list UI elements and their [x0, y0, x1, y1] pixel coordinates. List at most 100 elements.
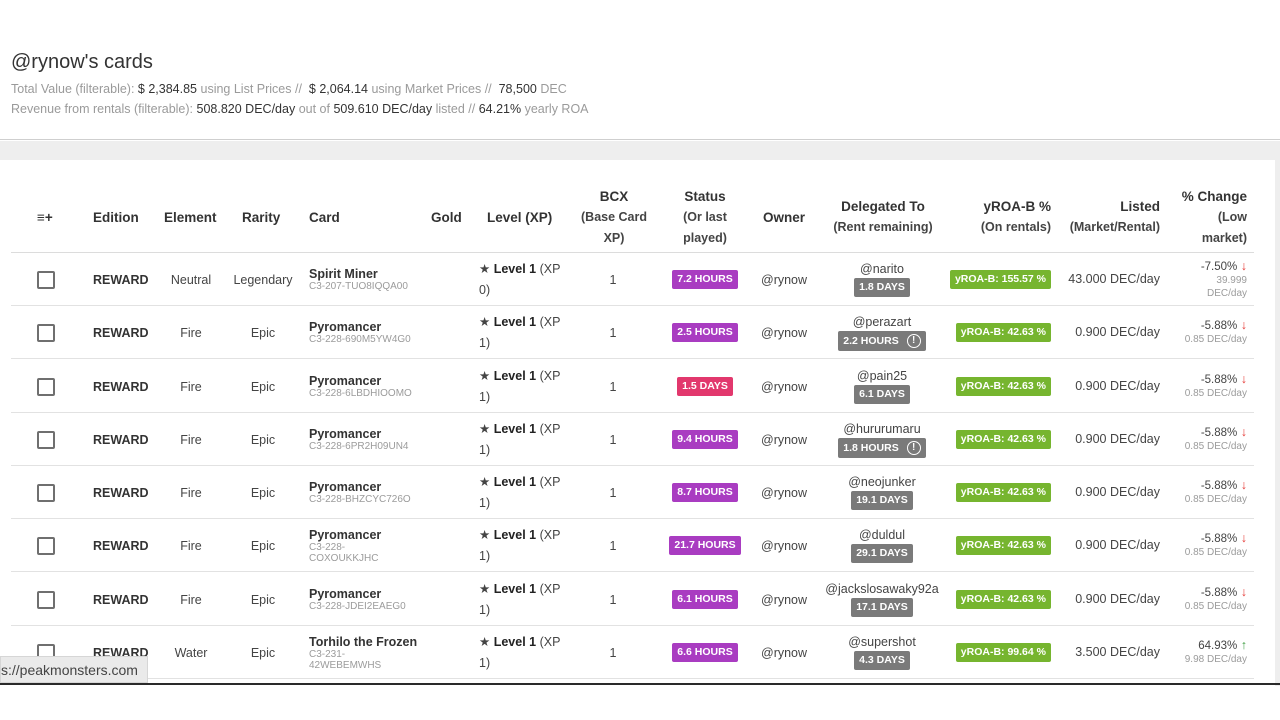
col-status[interactable]: Status (Or last played) — [675, 182, 735, 252]
column-menu-icon[interactable]: ≡+ — [37, 182, 67, 252]
delegated-user[interactable]: @jackslosawaky92a — [825, 582, 938, 596]
cell-element: Fire — [180, 592, 202, 607]
listed-price: 0.900 DEC/day — [1075, 485, 1160, 499]
row-checkbox[interactable] — [37, 270, 55, 289]
arrow-down-icon: ↓ — [1240, 585, 1247, 599]
row-checkbox[interactable] — [37, 430, 55, 449]
row-checkbox[interactable] — [37, 323, 55, 342]
cell-card[interactable]: Pyromancer C3-228-690M5YW4G0 — [309, 306, 429, 359]
cell-card[interactable]: Spirit Miner C3-207-TUO8IQQA00 — [309, 253, 429, 306]
row-checkbox[interactable] — [37, 483, 55, 502]
col-gold[interactable]: Gold — [431, 182, 466, 252]
delegated-user[interactable]: @hururumaru — [843, 422, 920, 436]
arrow-down-icon: ↓ — [1240, 531, 1247, 545]
cell-status: 6.1 HOURS — [660, 573, 750, 626]
cell-card[interactable]: Torhilo the Frozen C3-231-42WEBEMWHS — [309, 626, 429, 679]
card-name[interactable]: Pyromancer — [309, 374, 381, 388]
cell-change: -5.88% ↓ 0.85 DEC/day — [1181, 573, 1247, 626]
col-delegated[interactable]: Delegated To (Rent remaining) — [828, 182, 938, 252]
cell-card[interactable]: Pyromancer C3-228-BHZCYC726O — [309, 466, 429, 519]
col-level[interactable]: Level (XP) — [487, 182, 561, 252]
page-title: @rynow's cards — [11, 51, 153, 73]
section-divider — [0, 141, 1280, 161]
card-id: C3-228-690M5YW4G0 — [309, 334, 411, 345]
cell-card[interactable]: Pyromancer C3-228-COXOUKKJHC — [309, 519, 429, 572]
rent-remaining-badge: 6.1 DAYS — [854, 385, 910, 404]
cell-card[interactable]: Pyromancer C3-228-6PR2H09UN4 — [309, 413, 429, 466]
delegated-user[interactable]: @neojunker — [848, 475, 916, 489]
card-name[interactable]: Pyromancer — [309, 320, 381, 334]
status-badge: 8.7 HOURS — [672, 483, 738, 502]
revenue-summary: Revenue from rentals (filterable): 508.8… — [11, 102, 589, 116]
card-name[interactable]: Pyromancer — [309, 427, 381, 441]
cell-listed: 0.900 DEC/day — [1066, 573, 1160, 626]
table-row[interactable]: REWARD Fire Epic Pyromancer C3-228-6LBDHIOOM… — [11, 360, 1254, 413]
cell-yroa: yROA-B: 42.63 % — [955, 573, 1051, 626]
yroa-badge: yROA-B: 42.63 % — [955, 590, 1051, 609]
cell-owner[interactable]: @rynow — [761, 413, 811, 466]
col-bcx[interactable]: BCX (Base Card XP) — [578, 182, 650, 252]
warning-icon[interactable]: ! — [906, 440, 921, 455]
star-icon: ★ — [479, 421, 491, 436]
delegated-user[interactable]: @pain25 — [857, 369, 907, 383]
table-row[interactable]: REWARD Fire Epic Pyromancer C3-228-6PR2H09UN… — [11, 413, 1254, 466]
cell-level: ★ Level 1 (XP 1) — [479, 421, 561, 457]
table-row[interactable]: REWARD Neutral Legendary Spirit Miner C3-207… — [11, 253, 1254, 306]
cell-card[interactable]: Pyromancer C3-228-6LBDHIOOMO — [309, 360, 429, 413]
row-checkbox[interactable] — [37, 536, 55, 555]
cell-owner[interactable]: @rynow — [761, 360, 811, 413]
cell-card[interactable]: Pyromancer C3-228-JDEI2EAEG0 — [309, 573, 429, 626]
delegated-user[interactable]: @supershot — [848, 635, 916, 649]
card-id: C3-231-42WEBEMWHS — [309, 648, 382, 671]
arrow-up-icon: ↑ — [1240, 638, 1247, 652]
table-row[interactable]: REWARD Fire Epic Pyromancer C3-228-690M5YW4G… — [11, 306, 1254, 359]
cell-edition: REWARD — [93, 272, 149, 287]
card-id: C3-228-JDEI2EAEG0 — [309, 601, 406, 612]
card-name[interactable]: Pyromancer — [309, 480, 381, 494]
cell-owner[interactable]: @rynow — [761, 466, 811, 519]
cell-owner[interactable]: @rynow — [761, 306, 811, 359]
cell-change: -5.88% ↓ 0.85 DEC/day — [1181, 519, 1247, 572]
col-card[interactable]: Card — [309, 182, 349, 252]
col-element[interactable]: Element — [164, 182, 219, 252]
table-row[interactable]: REWARD Water Epic Torhilo the Frozen C3-231-… — [11, 626, 1254, 679]
col-change[interactable]: % Change (Low market) — [1181, 182, 1247, 252]
star-icon: ★ — [479, 314, 491, 329]
table-row[interactable]: REWARD Fire Epic Pyromancer C3-228-JDEI2EAEG… — [11, 573, 1254, 626]
cell-owner[interactable]: @rynow — [761, 626, 811, 679]
cell-owner[interactable]: @rynow — [761, 519, 811, 572]
rent-remaining-badge: 4.3 DAYS — [854, 651, 910, 670]
delegated-user[interactable]: @perazart — [853, 315, 912, 329]
listed-price: 0.900 DEC/day — [1075, 325, 1160, 339]
col-owner[interactable]: Owner — [763, 182, 807, 252]
table-row[interactable]: REWARD Fire Epic Pyromancer C3-228-COXOUKKJH… — [11, 519, 1254, 572]
col-rarity[interactable]: Rarity — [242, 182, 284, 252]
col-edition[interactable]: Edition — [93, 182, 143, 252]
row-checkbox[interactable] — [37, 377, 55, 396]
cell-owner[interactable]: @rynow — [761, 573, 811, 626]
status-badge: 6.6 HOURS — [672, 643, 738, 662]
card-name[interactable]: Pyromancer — [309, 528, 381, 542]
card-name[interactable]: Torhilo the Frozen — [309, 635, 417, 649]
cell-rarity: Epic — [250, 645, 276, 660]
delegated-user[interactable]: @duldul — [859, 528, 905, 542]
cell-element: Fire — [180, 485, 202, 500]
row-select-cell — [37, 519, 55, 572]
card-name[interactable]: Spirit Miner — [309, 267, 378, 281]
cell-status: 21.7 HOURS — [660, 519, 750, 572]
cell-status: 1.5 DAYS — [660, 360, 750, 413]
delegated-user[interactable]: @narito — [860, 262, 904, 276]
cell-rarity: Epic — [250, 432, 276, 447]
col-listed[interactable]: Listed (Market/Rental) — [1066, 182, 1160, 252]
row-checkbox[interactable] — [37, 590, 55, 609]
cell-change: -7.50% ↓ 39.999 DEC/day — [1181, 253, 1247, 306]
warning-icon[interactable]: ! — [906, 333, 921, 348]
cell-rarity: Epic — [250, 379, 276, 394]
cell-change: -5.88% ↓ 0.85 DEC/day — [1181, 413, 1247, 466]
table-row[interactable]: REWARD Fire Epic Pyromancer C3-228-BHZCYC726… — [11, 466, 1254, 519]
cell-status: 9.4 HOURS — [660, 413, 750, 466]
col-yroa[interactable]: yROA-B % (On rentals) — [971, 182, 1051, 252]
cell-owner[interactable]: @rynow — [761, 253, 811, 306]
card-name[interactable]: Pyromancer — [309, 587, 381, 601]
status-badge: 2.5 HOURS — [672, 323, 738, 342]
